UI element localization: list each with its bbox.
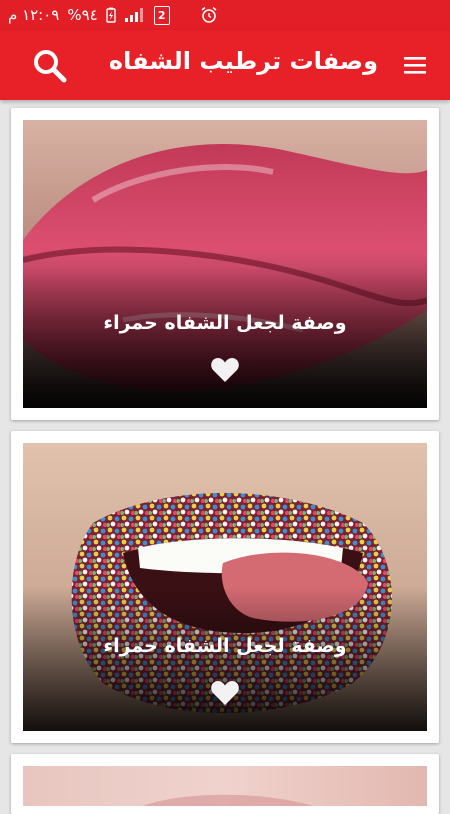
heart-icon[interactable]	[210, 356, 240, 384]
status-bar: ١٢:٠٩ م %٩٤ 2	[0, 0, 450, 30]
recipe-card-title: وصفة لجعل الشفاه حمراء	[103, 312, 347, 334]
signal-bars-icon	[124, 7, 146, 23]
recipe-image-sprinkle-candy-lips: وصفة لجعل الشفاه حمراء	[23, 443, 427, 731]
status-time: ١٢:٠٩ م	[8, 6, 60, 24]
recipe-card[interactable]	[11, 754, 439, 814]
recipe-image-pink-lips-partial	[23, 766, 427, 806]
recipe-card-title: وصفة لجعل الشفاه حمراء	[103, 635, 347, 657]
battery-percent: %٩٤	[67, 6, 98, 24]
sim-slot-badge: 2	[153, 5, 170, 25]
app-title: وصفات ترطيب الشفاه	[108, 47, 378, 75]
hamburger-menu-icon[interactable]	[402, 53, 428, 77]
alarm-clock-icon	[200, 6, 218, 24]
status-right-group	[200, 6, 450, 24]
app-bar: وصفات ترطيب الشفاه	[0, 30, 450, 100]
battery-charging-icon	[106, 7, 116, 23]
heart-icon[interactable]	[210, 679, 240, 707]
recipe-image-glossy-red-lips: وصفة لجعل الشفاه حمراء	[23, 120, 427, 408]
search-icon[interactable]	[32, 48, 68, 84]
recipe-card[interactable]: وصفة لجعل الشفاه حمراء	[11, 108, 439, 420]
status-left-group: ١٢:٠٩ م %٩٤ 2	[0, 5, 170, 25]
recipe-card[interactable]: وصفة لجعل الشفاه حمراء	[11, 431, 439, 743]
